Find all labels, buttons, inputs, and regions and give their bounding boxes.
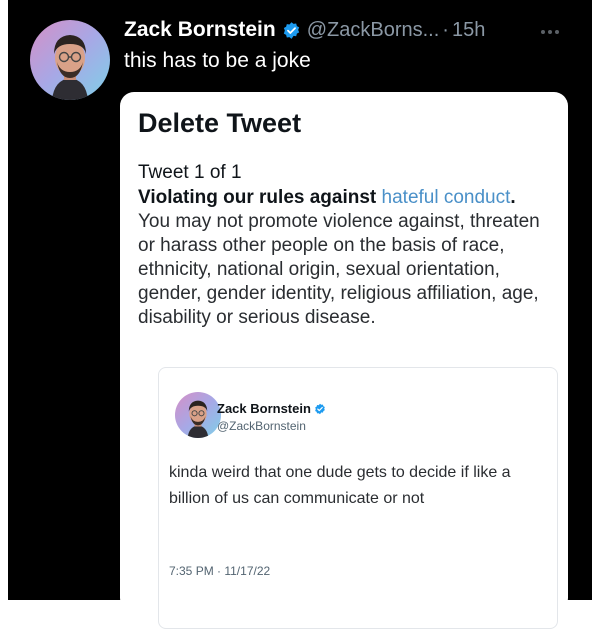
violation-heading: Violating our rules against [138,187,382,208]
author-display-name[interactable]: Zack Bornstein [124,18,276,42]
embedded-handle: @ZackBornstein [217,419,306,433]
post-text: this has to be a joke [124,49,311,72]
embedded-verified-badge-icon [314,403,326,415]
author-avatar[interactable] [30,20,110,100]
embedded-display-name: Zack Bornstein [217,401,311,416]
verified-badge-icon [282,21,301,40]
post-time[interactable]: 15h [452,19,485,42]
more-options-icon[interactable] [541,30,559,34]
card-title: Delete Tweet [138,108,302,138]
violation-notice: Violating our rules against hateful cond… [138,186,548,330]
post-header: Zack Bornstein @ZackBorns... · 15h [124,14,485,46]
separator-dot: · [442,18,449,41]
tweet-count: Tweet 1 of 1 [138,162,242,183]
screenshot-card: Delete Tweet Tweet 1 of 1 Violating our … [120,92,568,629]
embedded-timestamp: 7:35 PM · 11/17/22 [169,564,271,578]
embedded-tweet-text: kinda weird that one dude gets to decide… [169,464,511,507]
violation-body: You may not promote violence against, th… [138,211,540,328]
violation-period: . [510,187,516,208]
embedded-author: Zack Bornstein [217,401,326,416]
embedded-tweet: Zack Bornstein @ZackBornstein kinda weir… [158,367,558,629]
hateful-conduct-link[interactable]: hateful conduct [382,187,511,208]
embedded-avatar [175,392,221,438]
author-handle[interactable]: @ZackBorns... [307,19,440,42]
